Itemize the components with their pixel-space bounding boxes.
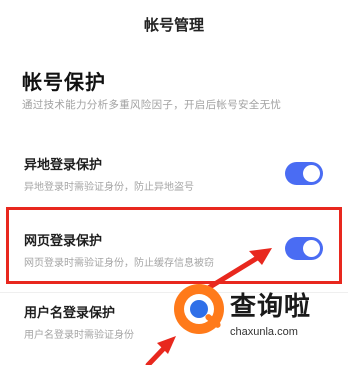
setting-title: 用户名登录保护 [24,306,116,321]
top-bar: 帐号管理 [0,0,348,46]
setting-subtitle: 用户名登录时需验证身份 [24,330,134,341]
watermark-url: chaxunla.com [230,326,298,338]
section-description: 通过技术能力分析多重风险因子，开启后帐号安全无忧 [22,99,282,111]
setting-subtitle: 异地登录时需验证身份，防止异地盗号 [24,182,194,193]
watermark-text: 查询啦 [230,292,312,322]
section-title: 帐号保护 [22,70,106,94]
setting-row-remote-login[interactable]: 异地登录保护 异地登录时需验证身份，防止异地盗号 [0,150,348,202]
watermark: 查询啦 chaxunla.com [168,278,346,365]
watermark-logo-icon [174,284,224,334]
toggle-knob [303,165,320,182]
setting-title: 异地登录保护 [24,158,103,173]
page-title: 帐号管理 [143,16,204,34]
highlight-box [6,207,342,284]
remote-login-toggle[interactable] [285,162,323,185]
